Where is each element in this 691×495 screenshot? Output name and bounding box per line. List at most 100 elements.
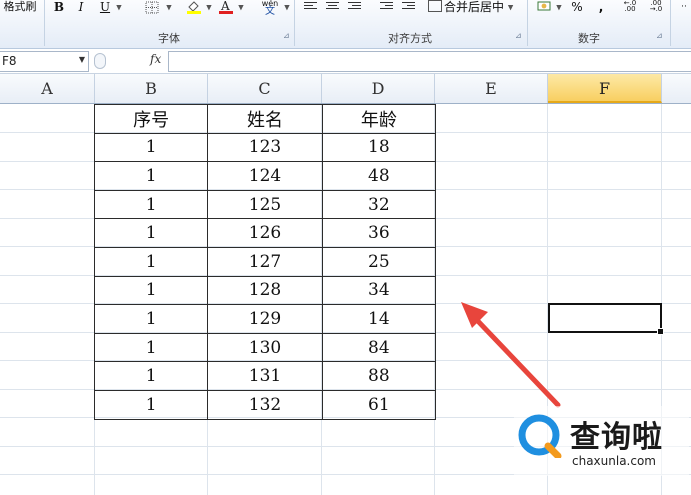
table-cell[interactable]: 34: [321, 275, 437, 306]
merge-center-icon: [428, 0, 442, 12]
border-dropdown[interactable]: ▼: [164, 0, 174, 16]
table-cell[interactable]: 1: [93, 246, 209, 277]
font-group-label: 字体: [158, 32, 180, 45]
table-cell[interactable]: 1: [93, 361, 209, 391]
table-cell[interactable]: 126: [207, 218, 323, 248]
align-center-icon[interactable]: [326, 2, 339, 12]
alignment-group-label: 对齐方式: [388, 32, 432, 45]
table-cell[interactable]: 1: [93, 132, 209, 163]
merge-center-label: 合并后居中: [444, 0, 505, 14]
percent-style-button[interactable]: %: [570, 0, 584, 16]
table-cell[interactable]: 1: [93, 304, 209, 334]
table-cell[interactable]: 130: [207, 332, 323, 363]
table-cell[interactable]: 124: [207, 161, 323, 191]
merge-center-button[interactable]: 合并后居中 ▼: [428, 0, 526, 16]
column-header-d[interactable]: D: [322, 74, 435, 103]
table-cell[interactable]: 127: [207, 246, 323, 277]
align-right-icon[interactable]: [348, 2, 361, 12]
header-cell-name[interactable]: 姓名: [207, 104, 323, 134]
decrease-decimal-icon[interactable]: .00 →.0: [646, 0, 666, 16]
header-cell-age[interactable]: 年龄: [321, 104, 437, 134]
table-cell[interactable]: 84: [321, 332, 437, 363]
ribbon: 格式刷 B I U ▼ ▼ ▼ A ▼ wén 文 ▼ 字体 ⊿ 合并后居中 ▼ …: [0, 0, 691, 49]
table-cell[interactable]: 25: [321, 246, 437, 277]
table-cell[interactable]: 14: [321, 304, 437, 334]
column-header-e[interactable]: E: [435, 74, 548, 103]
table-cell[interactable]: 129: [207, 304, 323, 334]
column-header-a[interactable]: A: [0, 74, 95, 103]
table-row: 1 126 36: [93, 218, 437, 248]
column-headers: A B C D E F: [0, 74, 691, 104]
table-cell[interactable]: 1: [93, 332, 209, 363]
italic-button[interactable]: I: [74, 0, 88, 16]
more-icon[interactable]: ··: [678, 0, 690, 16]
header-cell-index[interactable]: 序号: [93, 104, 209, 134]
table-cell[interactable]: 48: [321, 161, 437, 191]
group-separator: [670, 0, 671, 46]
insert-function-button[interactable]: fx: [150, 52, 161, 66]
table-row: 1 124 48: [93, 161, 437, 191]
watermark-url: chaxunla.com: [572, 454, 656, 468]
table-cell[interactable]: 128: [207, 275, 323, 306]
name-box[interactable]: F8 ▼: [0, 51, 89, 72]
table-cell[interactable]: 1: [93, 161, 209, 191]
table-row: 1 123 18: [93, 132, 437, 163]
accounting-format-dropdown[interactable]: ▼: [554, 0, 564, 16]
increase-decimal-icon[interactable]: ←.0.00: [620, 0, 640, 16]
comma-style-button[interactable]: ,: [594, 0, 608, 16]
phonetic-guide-button[interactable]: wén 文: [258, 0, 282, 17]
column-header-c[interactable]: C: [208, 74, 322, 103]
data-table: 序号 姓名 年龄 1 123 18 1 124 48 1 125 32 1 126 36 1 12…: [93, 104, 437, 420]
format-painter-button[interactable]: 格式刷: [0, 0, 40, 16]
table-cell[interactable]: 88: [321, 361, 437, 391]
column-header-f[interactable]: F: [548, 74, 662, 103]
fill-handle[interactable]: [657, 328, 664, 335]
underline-button[interactable]: U: [98, 0, 112, 16]
formula-bar-resize-handle[interactable]: [94, 53, 106, 69]
magnifier-logo-icon: [518, 414, 562, 458]
table-cell[interactable]: 36: [321, 218, 437, 248]
decrease-indent-icon[interactable]: [380, 2, 393, 12]
number-dialog-launcher[interactable]: ⊿: [656, 32, 664, 40]
table-row: 1 129 14: [93, 304, 437, 334]
column-header-g[interactable]: [662, 74, 691, 103]
table-cell[interactable]: 131: [207, 361, 323, 391]
table-cell[interactable]: 32: [321, 189, 437, 220]
table-cell[interactable]: 125: [207, 189, 323, 220]
table-cell[interactable]: 132: [207, 389, 323, 420]
border-icon[interactable]: [140, 0, 164, 16]
name-box-value: F8: [2, 54, 17, 68]
fill-color-dropdown[interactable]: ▼: [204, 0, 214, 16]
table-cell[interactable]: 18: [321, 132, 437, 163]
table-row: 1 125 32: [93, 189, 437, 220]
underline-dropdown[interactable]: ▼: [114, 0, 124, 16]
table-cell[interactable]: 1: [93, 275, 209, 306]
table-row: 1 130 84: [93, 332, 437, 363]
font-color-icon[interactable]: A: [216, 0, 236, 16]
formula-bar: F8 ▼ fx: [0, 49, 691, 74]
font-color-dropdown[interactable]: ▼: [236, 0, 246, 16]
table-row: 1 128 34: [93, 275, 437, 306]
accounting-format-icon[interactable]: [536, 0, 554, 16]
font-dialog-launcher[interactable]: ⊿: [283, 32, 291, 40]
bold-button[interactable]: B: [52, 0, 66, 16]
table-row: 1 132 61: [93, 389, 437, 420]
increase-indent-icon[interactable]: [402, 2, 415, 12]
table-cell[interactable]: 1: [93, 389, 209, 420]
formula-input[interactable]: [168, 51, 691, 72]
align-left-icon[interactable]: [304, 2, 317, 12]
table-cell[interactable]: 1: [93, 189, 209, 220]
phonetic-dropdown[interactable]: ▼: [282, 0, 292, 16]
table-cell[interactable]: 61: [321, 389, 437, 420]
table-header-row: 序号 姓名 年龄: [93, 104, 437, 134]
watermark: 查询啦 chaxunla.com: [514, 406, 689, 476]
column-header-b[interactable]: B: [95, 74, 208, 103]
table-cell[interactable]: 123: [207, 132, 323, 163]
number-group-label: 数字: [578, 32, 600, 45]
fill-color-icon[interactable]: [184, 0, 204, 16]
chevron-down-icon[interactable]: ▼: [79, 55, 85, 64]
table-row: 1 131 88: [93, 361, 437, 391]
alignment-dialog-launcher[interactable]: ⊿: [515, 32, 523, 40]
table-cell[interactable]: 1: [93, 218, 209, 248]
active-cell[interactable]: [548, 303, 664, 335]
